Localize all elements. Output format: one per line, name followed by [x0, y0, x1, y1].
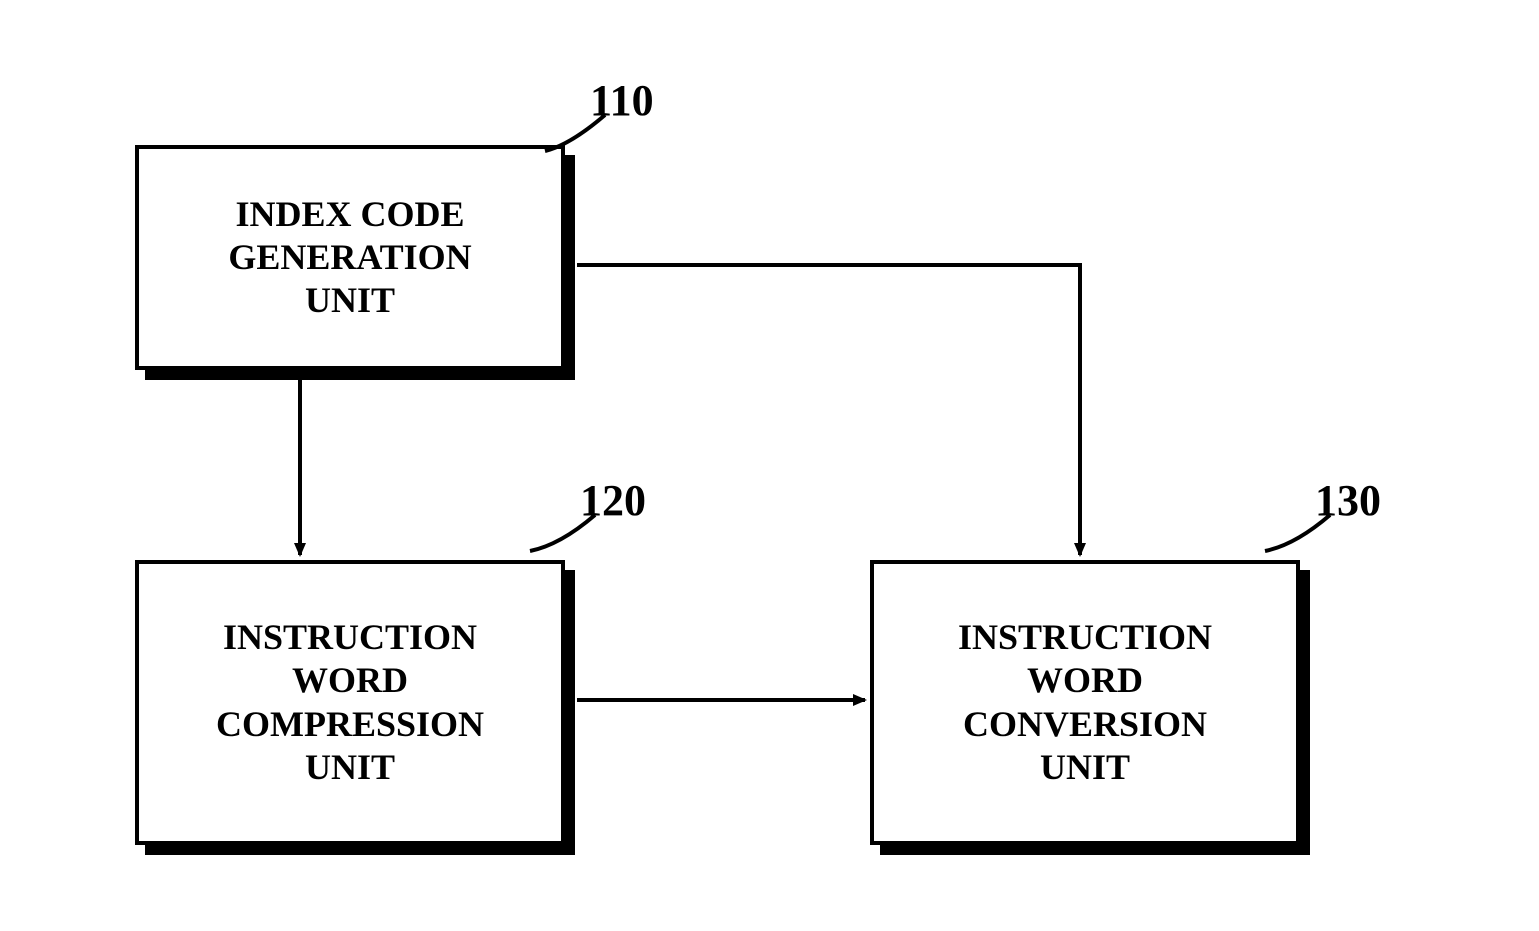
block-face: INSTRUCTION WORD CONVERSION UNIT [870, 560, 1300, 845]
arrow-110-to-130 [577, 265, 1080, 555]
ref-120: 120 [580, 475, 646, 526]
ref-130: 130 [1315, 475, 1381, 526]
block-120-label-line2: WORD [216, 659, 484, 702]
block-120-label-line3: COMPRESSION [216, 703, 484, 746]
ref-110: 110 [590, 75, 654, 126]
block-130-label-line3: CONVERSION [958, 703, 1212, 746]
block-130-label-line4: UNIT [958, 746, 1212, 789]
block-120: INSTRUCTION WORD COMPRESSION UNIT [135, 560, 565, 845]
block-110-label-line2: GENERATION [228, 236, 471, 279]
block-110: INDEX CODE GENERATION UNIT [135, 145, 565, 370]
block-120-label-line4: UNIT [216, 746, 484, 789]
block-130-label-line1: INSTRUCTION [958, 616, 1212, 659]
diagram-canvas: INDEX CODE GENERATION UNIT INSTRUCTION W… [0, 0, 1539, 931]
block-face: INDEX CODE GENERATION UNIT [135, 145, 565, 370]
block-130-label-line2: WORD [958, 659, 1212, 702]
block-110-label-line3: UNIT [228, 279, 471, 322]
block-110-label-line1: INDEX CODE [228, 193, 471, 236]
block-face: INSTRUCTION WORD COMPRESSION UNIT [135, 560, 565, 845]
block-120-label-line1: INSTRUCTION [216, 616, 484, 659]
block-130: INSTRUCTION WORD CONVERSION UNIT [870, 560, 1300, 845]
